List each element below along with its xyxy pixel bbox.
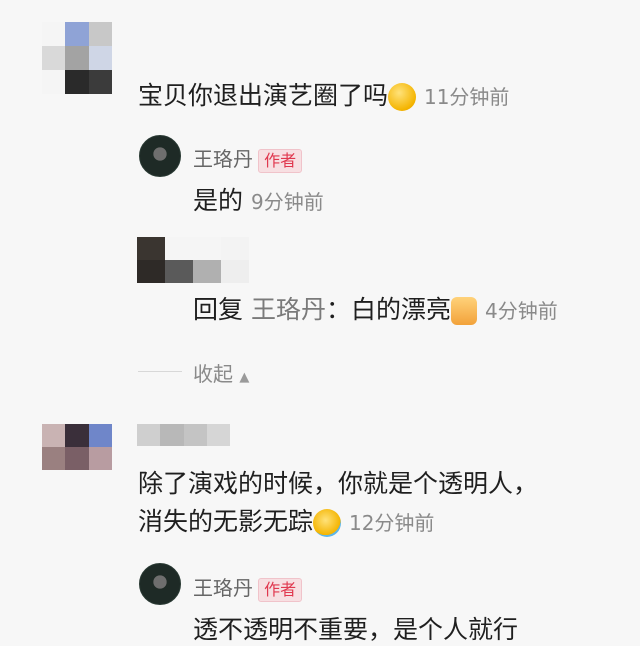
- username-blurred[interactable]: [137, 424, 230, 446]
- reply-text: 回复 王珞丹：白的漂亮 4分钟前: [193, 294, 558, 327]
- reply-time: 4分钟前: [484, 299, 558, 323]
- comment-body-line1: 除了演戏的时候，你就是个透明人，: [138, 469, 539, 498]
- comment-text: 宝贝你退出演艺圈了吗 11分钟前: [138, 80, 509, 113]
- reply-separator: ：: [325, 295, 351, 324]
- thumbs-up-emoji-icon: [451, 297, 478, 325]
- author-name[interactable]: 王珞丹: [193, 147, 253, 171]
- author-badge: 作者: [258, 149, 303, 173]
- caret-up-icon: ▲: [239, 370, 250, 385]
- author-avatar[interactable]: [139, 135, 181, 177]
- user-avatar-blurred[interactable]: [137, 237, 249, 283]
- comment-time: 12分钟前: [348, 511, 435, 535]
- reply-author-row: 王珞丹 作者: [193, 143, 303, 173]
- reply-time: 9分钟前: [250, 190, 324, 214]
- user-avatar-blurred[interactable]: [42, 424, 112, 470]
- divider: [138, 371, 182, 372]
- author-name[interactable]: 王珞丹: [193, 576, 253, 600]
- laughing-tears-emoji-icon: [313, 509, 342, 537]
- user-avatar-blurred[interactable]: [42, 22, 112, 94]
- reply-text: 是的 9分钟前: [193, 185, 324, 218]
- comment-text: 除了演戏的时候，你就是个透明人，: [138, 468, 538, 500]
- reply-target-name[interactable]: 王珞丹: [251, 295, 326, 324]
- reply-text: 透不透明不重要，是个人就行: [193, 614, 518, 646]
- collapse-label: 收起: [193, 362, 233, 386]
- comment-text: 消失的无影无踪 12分钟前: [138, 506, 434, 539]
- comment-time: 11分钟前: [423, 85, 510, 109]
- reply-author-row: 王珞丹 作者: [193, 572, 303, 602]
- reply-body: 透不透明不重要，是个人就行: [193, 615, 519, 644]
- collapse-button[interactable]: 收起 ▲: [193, 358, 249, 387]
- comment-body: 宝贝你退出演艺圈了吗: [138, 81, 389, 110]
- reply-body: 白的漂亮: [351, 295, 452, 324]
- reply-body: 是的: [193, 186, 244, 215]
- comment-body-line2: 消失的无影无踪: [138, 507, 314, 536]
- reply-prefix: 回复: [193, 295, 244, 324]
- author-badge: 作者: [258, 578, 303, 602]
- author-avatar[interactable]: [139, 563, 181, 605]
- shush-face-emoji-icon: [388, 83, 417, 111]
